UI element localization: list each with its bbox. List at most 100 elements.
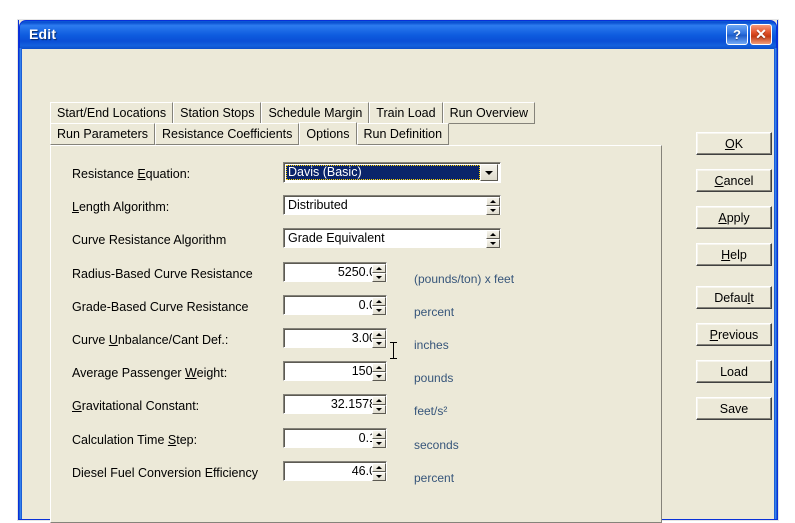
spinner-down-icon[interactable] <box>372 305 386 315</box>
apply-button[interactable]: Apply <box>696 206 772 229</box>
cancel-button[interactable]: Cancel <box>696 169 772 192</box>
numeric-input[interactable]: 3.000 <box>283 327 387 348</box>
tab-run-overview[interactable]: Run Overview <box>442 102 536 124</box>
spinner-control[interactable] <box>372 396 386 415</box>
field-label: Length Algorithm: <box>72 200 170 215</box>
tab-station-stops[interactable]: Station Stops <box>173 102 262 124</box>
spinner-control[interactable] <box>372 429 386 448</box>
form-row: Calculation Time Step: 0.10 seconds <box>72 426 655 459</box>
help-icon[interactable]: ? <box>726 24 748 45</box>
tab-start-end-locations[interactable]: Start/End Locations <box>50 102 174 124</box>
field-control: 46.00 <box>283 460 387 481</box>
form-row: Curve Resistance Algorithm Grade Equivale… <box>72 226 655 259</box>
tab-resistance-coefficients[interactable]: Resistance Coefficients <box>155 123 300 145</box>
unit-label: percent <box>414 304 455 319</box>
input-value: 0.04 <box>358 297 383 312</box>
form-row: Grade-Based Curve Resistance 0.04 percent <box>72 293 655 326</box>
form-row: Gravitational Constant: 32.15780 feet/s² <box>72 392 655 425</box>
form-row: Resistance Equation: Davis (Basic) <box>72 160 655 193</box>
field-control: 0.04 <box>283 294 387 315</box>
tab-options[interactable]: Options <box>299 122 357 145</box>
field-control: Grade Equivalent <box>283 228 501 249</box>
spinner-up-icon[interactable] <box>372 263 386 273</box>
help-button[interactable]: Help <box>696 243 772 266</box>
unit-label: inches <box>414 337 449 352</box>
spinner-down-icon[interactable] <box>372 338 386 348</box>
field-control: 5250.00 <box>283 261 387 282</box>
spinner-up-icon[interactable] <box>486 230 500 240</box>
spinner-control[interactable] <box>372 263 386 282</box>
input-value: 32.15780 <box>330 397 383 412</box>
spinner-down-icon[interactable] <box>486 206 500 216</box>
spinner-up-icon[interactable] <box>372 363 386 373</box>
form-row: Average Passenger Weight: 150.0 pounds <box>72 359 655 392</box>
tab-label: Run Definition <box>363 127 443 141</box>
tab-run-definition[interactable]: Run Definition <box>356 123 450 145</box>
numeric-input[interactable]: 32.15780 <box>283 394 387 415</box>
tab-label: Station Stops <box>180 106 255 120</box>
options-tab-panel: Resistance Equation: Davis (Basic) Length … <box>50 145 662 523</box>
title-bar[interactable]: Edit ? ✕ <box>19 20 777 49</box>
resistance-equation-combobox[interactable]: Davis (Basic) <box>283 162 501 183</box>
numeric-input[interactable]: 46.00 <box>283 460 387 481</box>
numeric-input[interactable]: 5250.00 <box>283 261 387 282</box>
input-value: Grade Equivalent <box>288 231 385 246</box>
tab-row-lower: Run Parameters Resistance Coefficients Opt… <box>50 122 662 145</box>
input-value: Distributed <box>288 198 348 213</box>
input-value: 150.0 <box>351 364 383 379</box>
spinner-down-icon[interactable] <box>372 405 386 415</box>
spinner-down-icon[interactable] <box>372 272 386 282</box>
input-value: 5250.00 <box>337 264 383 279</box>
close-icon[interactable]: ✕ <box>750 24 772 45</box>
field-label: Gravitational Constant: <box>72 399 200 414</box>
form-row: Radius-Based Curve Resistance 5250.00 (pou… <box>72 260 655 293</box>
save-button[interactable]: Save <box>696 397 772 420</box>
window-border-right <box>774 48 777 519</box>
spinner-up-icon[interactable] <box>372 296 386 306</box>
tab-train-load[interactable]: Train Load <box>369 102 443 124</box>
unit-label: seconds <box>414 437 459 452</box>
spinner-up-icon[interactable] <box>372 462 386 472</box>
spinner-down-icon[interactable] <box>372 438 386 448</box>
spinner-control[interactable] <box>372 462 386 481</box>
spinner-down-icon[interactable] <box>372 372 386 382</box>
tab-schedule-margin[interactable]: Schedule Margin <box>261 102 370 124</box>
default-button[interactable]: Defau l t <box>696 286 772 309</box>
spinner-down-icon[interactable] <box>486 239 500 249</box>
spinner-control[interactable] <box>372 296 386 315</box>
form-row: Curve Unbalance/Cant Def.: 3.000 inches <box>72 326 655 359</box>
unit-label: (pounds/ton) x feet <box>414 271 515 286</box>
field-label: Average Passenger Weight: <box>72 366 228 381</box>
text-input[interactable]: Distributed <box>283 195 501 216</box>
tab-label: Schedule Margin <box>268 106 363 120</box>
spinner-control[interactable] <box>486 230 500 249</box>
field-control: Distributed <box>283 195 501 216</box>
field-label: Diesel Fuel Conversion Efficiency <box>72 465 258 480</box>
spinner-up-icon[interactable] <box>372 429 386 439</box>
text-input[interactable]: Grade Equivalent <box>283 228 501 249</box>
spinner-up-icon[interactable] <box>486 197 500 207</box>
numeric-input[interactable]: 0.10 <box>283 427 387 448</box>
options-form: Resistance Equation: Davis (Basic) Length … <box>72 160 655 522</box>
load-button[interactable]: Load <box>696 360 772 383</box>
spinner-down-icon[interactable] <box>372 471 386 481</box>
input-value: 3.000 <box>351 330 383 345</box>
spinner-up-icon[interactable] <box>372 396 386 406</box>
tab-label: Start/End Locations <box>57 106 167 120</box>
chevron-down-icon[interactable] <box>480 164 498 181</box>
spinner-up-icon[interactable] <box>372 329 386 339</box>
spinner-control[interactable] <box>372 329 386 348</box>
spinner-control[interactable] <box>486 197 500 216</box>
previous-button[interactable]: Previous <box>696 323 772 346</box>
input-value: 0.10 <box>358 430 383 445</box>
numeric-input[interactable]: 150.0 <box>283 361 387 382</box>
window-title: Edit <box>29 26 57 42</box>
tab-control: Start/End Locations Station Stops Schedule… <box>50 102 662 523</box>
numeric-input[interactable]: 0.04 <box>283 294 387 315</box>
dialog-client-area: Start/End Locations Station Stops Schedule… <box>22 49 774 523</box>
input-value: 46.00 <box>351 463 383 478</box>
ok-button[interactable]: OK <box>696 132 772 155</box>
spinner-control[interactable] <box>372 363 386 382</box>
edit-dialog-window: Edit ? ✕ Start/End Locations Station Stop… <box>18 20 778 523</box>
tab-run-parameters[interactable]: Run Parameters <box>50 123 156 145</box>
